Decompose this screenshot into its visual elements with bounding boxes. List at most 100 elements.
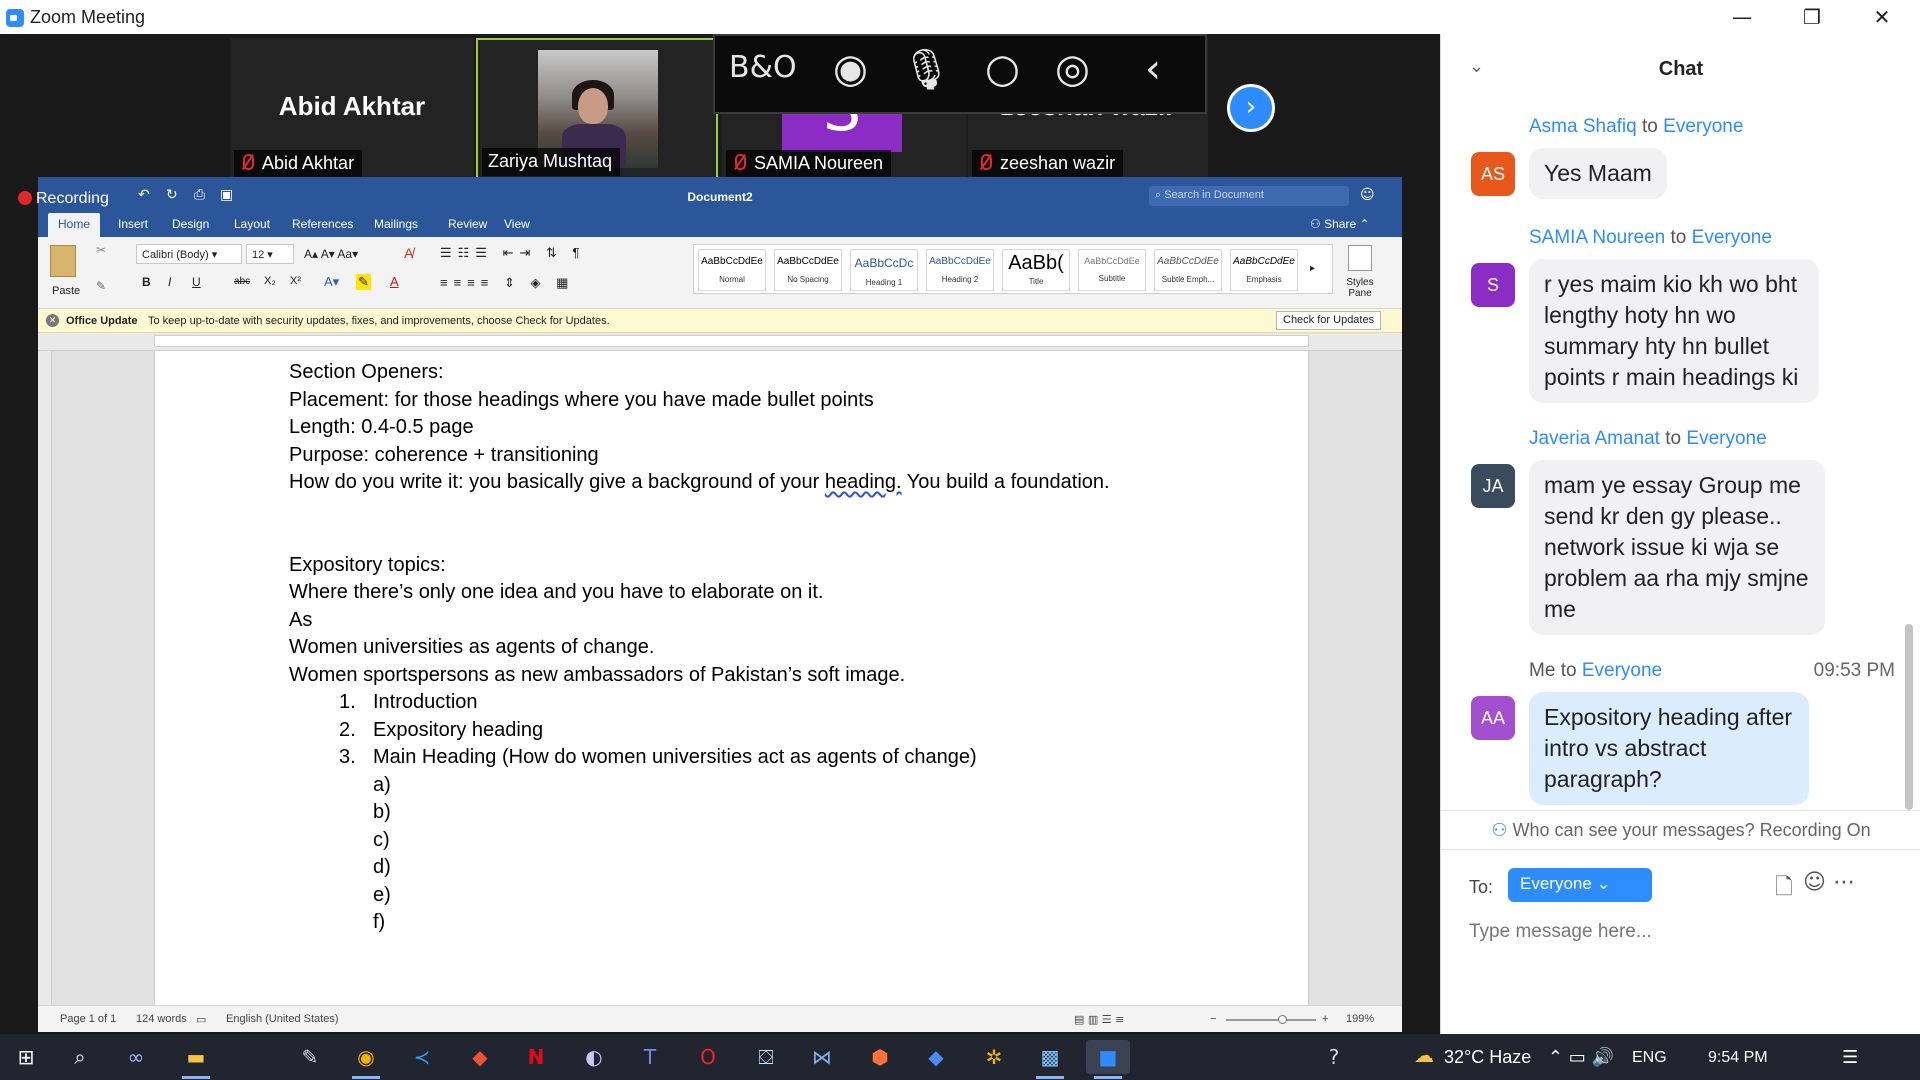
word-count[interactable]: 124 words xyxy=(136,1013,187,1025)
help-icon[interactable]: ? xyxy=(1312,1040,1356,1074)
sender-name[interactable]: Asma Shafiq xyxy=(1529,116,1637,137)
privacy-note[interactable]: ⚇ Who can see your messages? Recording O… xyxy=(1441,810,1920,850)
chrome-icon[interactable]: ◉ xyxy=(344,1040,388,1079)
app-icon-4[interactable]: ✲ xyxy=(972,1040,1016,1074)
more-options-icon[interactable]: ⋯ xyxy=(1833,870,1855,895)
tab-layout[interactable]: Layout xyxy=(234,217,270,231)
mic-active-icon[interactable]: ◎ xyxy=(1055,46,1090,92)
task-view-icon[interactable]: ∞ xyxy=(114,1040,158,1074)
style-subtitle[interactable]: AaBbCcDdEe Subtitle xyxy=(1078,249,1146,291)
back-icon[interactable]: ‹ xyxy=(1145,46,1161,92)
style-title[interactable]: AaBb(Title xyxy=(1002,249,1070,291)
tab-home[interactable]: Home xyxy=(48,213,101,237)
underline-button[interactable]: U xyxy=(192,275,201,289)
netflix-icon[interactable]: N xyxy=(514,1040,558,1074)
font-color-icon[interactable]: A xyxy=(390,274,399,289)
dismiss-update-icon[interactable]: ✕ xyxy=(46,314,59,327)
chat-scrollbar[interactable] xyxy=(1905,624,1913,810)
app-icon-3[interactable]: ⬢ xyxy=(858,1040,902,1074)
horizontal-ruler[interactable] xyxy=(38,333,1402,351)
zoom-slider-thumb[interactable] xyxy=(1277,1015,1287,1024)
tab-design[interactable]: Design xyxy=(172,217,209,231)
recipient-select[interactable]: Everyone ⌄ xyxy=(1508,868,1652,902)
font-size-select[interactable]: 12 ▾ xyxy=(246,244,294,264)
style-normal[interactable]: AaBbCcDdEe Normal xyxy=(698,249,766,291)
teams-icon[interactable]: T xyxy=(628,1040,672,1074)
notifications-icon[interactable]: ☰ xyxy=(1842,1047,1858,1068)
emoji-icon[interactable]: ☺ xyxy=(1803,870,1826,895)
tab-references[interactable]: References xyxy=(292,217,353,231)
spelling-squiggle[interactable]: heading. xyxy=(825,471,902,493)
tab-review[interactable]: Review xyxy=(448,217,487,231)
chat-message-input[interactable] xyxy=(1469,912,1893,952)
clock[interactable]: 9:54 PM xyxy=(1708,1049,1768,1067)
zoom-taskbar-icon[interactable]: ■ xyxy=(1086,1040,1130,1079)
search-document-input[interactable]: ⌕ Search in Document xyxy=(1149,186,1349,206)
zoom-slider[interactable] xyxy=(1226,1015,1316,1024)
font-name-select[interactable]: Calibri (Body) ▾ xyxy=(136,244,242,264)
style-heading-2[interactable]: AaBbCcDdEe Heading 2 xyxy=(926,249,994,291)
recipient-name[interactable]: Everyone xyxy=(1692,227,1772,248)
input-language[interactable]: ENG xyxy=(1632,1049,1667,1067)
superscript-button[interactable]: X² xyxy=(290,275,301,287)
tab-insert[interactable]: Insert xyxy=(118,217,148,231)
paste-icon[interactable] xyxy=(50,245,76,277)
opera-icon[interactable]: O xyxy=(686,1040,730,1074)
smiley-feedback-icon[interactable]: ☺ xyxy=(1360,187,1375,203)
vertical-ruler[interactable] xyxy=(38,351,52,1005)
tray-icons[interactable]: ⌃ ▭ 🔊 xyxy=(1548,1047,1614,1068)
grow-font-icon[interactable]: A▴ A▾ Aa▾ xyxy=(304,247,358,261)
styles-more-icon[interactable]: ▸ xyxy=(1310,263,1315,274)
search-icon[interactable]: ⌕ xyxy=(58,1040,102,1074)
close-button[interactable]: ✕ xyxy=(1852,2,1912,32)
store-icon[interactable]: ⛋ xyxy=(744,1040,788,1074)
view-buttons-icon[interactable]: ▤ ▥ ☰ ≡ xyxy=(1074,1013,1124,1026)
minimize-button[interactable]: — xyxy=(1712,2,1772,32)
format-painter-icon[interactable]: ✎ xyxy=(96,279,106,293)
restore-button[interactable]: ❐ xyxy=(1782,2,1842,32)
clear-format-icon[interactable]: A̸ xyxy=(404,245,413,261)
subscript-button[interactable]: X₂ xyxy=(264,275,276,287)
notepad-icon[interactable]: ✎ xyxy=(288,1040,332,1074)
circle-icon[interactable]: ○ xyxy=(985,46,1020,92)
style-emphasis[interactable]: AaBbCcDdEe Emphasis xyxy=(1230,249,1298,291)
app-icon-2[interactable]: ⋈ xyxy=(800,1040,844,1074)
participant-tile-abid[interactable]: Abid Akhtar Abid Akhtar xyxy=(230,38,474,180)
style-subtle-emphasis[interactable]: AaBbCcDdEe Subtle Emph... xyxy=(1154,249,1222,291)
highlight-icon[interactable]: ✎ xyxy=(356,274,371,290)
mic-icon[interactable]: 🎙 xyxy=(901,46,952,93)
app-icon[interactable]: ◐ xyxy=(572,1040,616,1074)
style-heading-1[interactable]: AaBbCcDc Heading 1 xyxy=(850,249,918,291)
language-status[interactable]: English (United States) xyxy=(226,1013,339,1025)
bold-button[interactable]: B xyxy=(142,275,151,289)
alignment-buttons-icon[interactable]: ≡≡≡≡ ⇕ ◈ ▦ xyxy=(440,275,574,291)
windows-start-icon[interactable]: ⊞ xyxy=(4,1040,48,1074)
zoom-in-button[interactable]: + xyxy=(1322,1013,1328,1025)
cut-icon[interactable]: ✂ xyxy=(96,243,106,257)
file-explorer-icon[interactable]: ▬ xyxy=(174,1040,218,1079)
zoom-out-button[interactable]: − xyxy=(1210,1013,1216,1025)
photos-icon[interactable]: ▩ xyxy=(1028,1040,1072,1079)
gallery-next-button[interactable]: › xyxy=(1227,84,1275,132)
sender-name[interactable]: Javeria Amanat xyxy=(1529,428,1660,449)
weather-text[interactable]: 32°C Haze xyxy=(1444,1047,1531,1068)
style-no-spacing[interactable]: AaBbCcDdEe No Spacing xyxy=(774,249,842,291)
share-button[interactable]: ⚇ Share ⌃ xyxy=(1310,217,1370,231)
document-page[interactable]: Section Openers: Placement: for those he… xyxy=(155,351,1308,1005)
recipient-name[interactable]: Everyone xyxy=(1686,428,1766,449)
sender-name[interactable]: SAMIA Noureen xyxy=(1529,227,1665,248)
proofing-icon[interactable]: ▭ xyxy=(196,1013,206,1026)
styles-pane-icon[interactable] xyxy=(1348,245,1372,271)
styles-pane-label[interactable]: Styles Pane xyxy=(1342,277,1378,299)
strikethrough-button[interactable]: abc xyxy=(234,276,250,287)
tab-view[interactable]: View xyxy=(504,217,530,231)
recipient-name[interactable]: Everyone xyxy=(1663,116,1743,137)
vscode-icon[interactable]: ≺ xyxy=(400,1040,444,1074)
text-effects-icon[interactable]: A▾ xyxy=(324,274,339,290)
file-icon[interactable]: 🗋 xyxy=(1775,870,1793,908)
check-for-updates-button[interactable]: Check for Updates xyxy=(1276,311,1382,330)
tab-mailings[interactable]: Mailings xyxy=(374,217,418,231)
list-buttons-icon[interactable]: ☰☷☰ ⇤⇥ ⇅ ¶ xyxy=(440,245,585,261)
zoom-level[interactable]: 199% xyxy=(1346,1013,1374,1025)
record-icon[interactable]: ◉ xyxy=(833,46,868,92)
